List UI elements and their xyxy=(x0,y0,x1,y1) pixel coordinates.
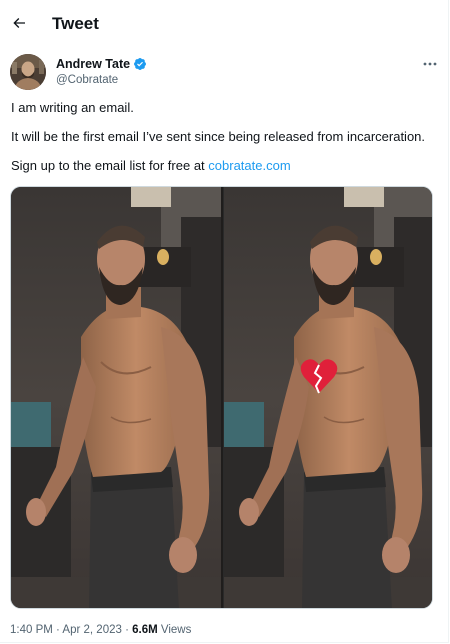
tweet-line-3: Sign up to the email list for free at co… xyxy=(11,158,441,174)
tweet-meta: 1:40 PM · Apr 2, 2023 · 6.6M Views xyxy=(10,622,191,638)
more-dots-icon xyxy=(423,62,437,66)
views-label: Views xyxy=(157,624,192,636)
tweet-media[interactable] xyxy=(10,186,433,609)
tweet-line-1: I am writing an email. xyxy=(11,100,134,115)
media-image xyxy=(11,187,432,608)
views-count[interactable]: 6.6M xyxy=(132,624,158,636)
tweet-time[interactable]: 1:40 PM xyxy=(10,624,53,636)
meta-separator: · xyxy=(52,624,63,636)
verified-badge-icon xyxy=(134,58,147,70)
tweet-date[interactable]: Apr 2, 2023 xyxy=(62,624,121,636)
meta-separator-2: · xyxy=(121,624,133,636)
back-button[interactable] xyxy=(6,10,32,36)
tweet-page: Tweet Andrew Tate @Cobratate I am writin… xyxy=(0,0,449,643)
author-row: Andrew Tate @Cobratate xyxy=(10,54,440,92)
author-handle[interactable]: @Cobratate xyxy=(56,72,118,88)
avatar-image xyxy=(10,54,46,90)
tweet-text: I am writing an email. It will be the fi… xyxy=(11,100,441,187)
website-link[interactable]: cobratate.com xyxy=(208,158,290,173)
tweet-header: Tweet xyxy=(0,0,450,48)
avatar[interactable] xyxy=(10,54,46,90)
tweet-line-3-text: Sign up to the email list for free at xyxy=(11,158,209,173)
author-name-text: Andrew Tate xyxy=(56,57,131,71)
more-options-button[interactable] xyxy=(420,56,440,72)
page-title: Tweet xyxy=(52,14,99,33)
tweet-line-2: It will be the first email I’ve sent sin… xyxy=(11,129,426,144)
arrow-left-icon xyxy=(13,18,25,28)
author-name[interactable]: Andrew Tate xyxy=(56,56,147,72)
